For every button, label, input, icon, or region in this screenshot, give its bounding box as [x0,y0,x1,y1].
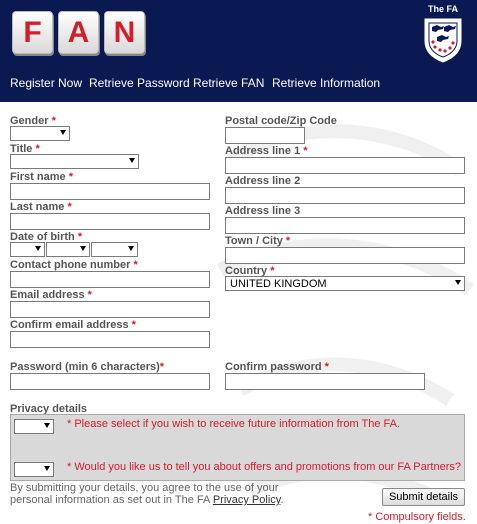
address1-field[interactable] [225,157,465,174]
header-banner: F A N The FA [0,0,477,66]
address2-label: Address line 2 [225,175,301,187]
nav-retrieve-information[interactable]: Retrieve Information [272,76,380,90]
chevron-down-icon [455,280,461,285]
gender-select[interactable] [10,126,70,141]
postal-code-label: Postal code/Zip Code [225,115,337,127]
email-label: Email address * [10,289,92,301]
chevron-down-icon [129,158,135,163]
chevron-down-icon [128,246,134,251]
logo-letter-n: N [104,11,145,54]
main-nav: Register Now Retrieve Password Retrieve … [0,66,477,102]
confirm-email-label: Confirm email address * [10,319,136,331]
dob-day-select[interactable] [10,242,45,257]
privacy-policy-link[interactable]: Privacy Policy [213,494,281,506]
postal-code-field[interactable] [225,127,305,144]
title-select[interactable] [10,154,139,169]
dob-year-select[interactable] [91,242,138,257]
crest-title: The FA [427,4,458,14]
phone-field[interactable] [10,271,210,288]
confirm-password-label: Confirm password * [225,361,329,373]
consent-text: By submitting your details, you agree to… [10,482,284,506]
submit-details-button[interactable]: Submit details [382,488,465,506]
chevron-down-icon [35,246,41,251]
partner-offers-optin-select[interactable] [14,462,54,477]
first-name-label: First name * [10,171,73,183]
logo-letter-a: A [58,11,99,54]
phone-label: Contact phone number * [10,259,138,271]
last-name-label: Last name * [10,201,72,213]
nav-retrieve-password[interactable]: Retrieve Password [89,76,190,90]
country-value: UNITED KINGDOM [230,278,327,290]
chevron-down-icon [44,423,50,428]
chevron-down-icon [60,130,66,135]
address3-field[interactable] [225,217,465,234]
fa-info-question: * Please select if you wish to receive f… [67,418,401,430]
town-field[interactable] [225,247,465,264]
nav-register-now[interactable]: Register Now [10,76,82,90]
first-name-field[interactable] [10,183,210,200]
compulsory-fields-note: * Compulsory fields. [368,511,466,523]
partner-offers-question: * Would you like us to tell you about of… [67,461,461,473]
address3-label: Address line 3 [225,205,301,217]
confirm-email-field[interactable] [10,331,210,348]
three-lions-shield-icon [424,18,462,63]
chevron-down-icon [80,246,86,251]
town-label: Town / City * [225,235,291,247]
dob-month-select[interactable] [46,242,90,257]
logo-letter-f: F [12,11,53,54]
email-field[interactable] [10,301,210,318]
last-name-field[interactable] [10,213,210,230]
fa-crest: The FA [418,4,468,66]
fa-info-optin-select[interactable] [14,419,54,434]
password-label: Password (min 6 characters)* [10,361,165,373]
chevron-down-icon [44,466,50,471]
confirm-password-field[interactable] [225,373,425,390]
nav-retrieve-fan[interactable]: Retrieve FAN [193,76,264,90]
address1-label: Address line 1 * [225,145,308,157]
country-select[interactable]: UNITED KINGDOM [225,276,465,291]
privacy-panel: * Please select if you wish to receive f… [10,414,465,481]
address2-field[interactable] [225,187,465,204]
password-field[interactable] [10,373,210,390]
